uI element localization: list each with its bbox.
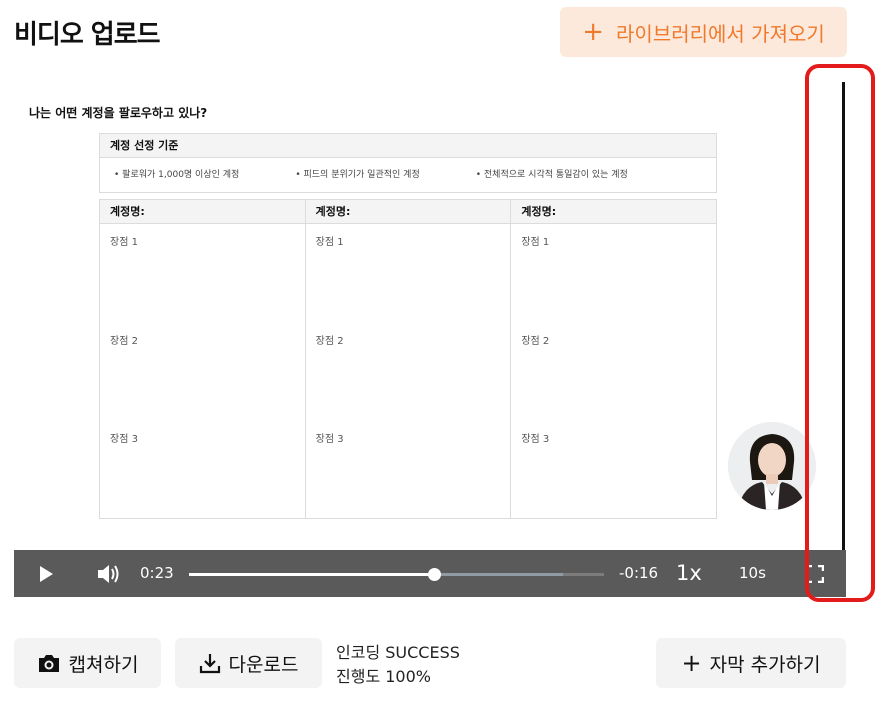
- download-label: 다운로드: [228, 653, 299, 676]
- playback-speed-button[interactable]: 1x: [676, 561, 702, 585]
- criteria-item: • 피드의 분위기가 일관적인 계정: [295, 170, 420, 180]
- account-column: 계정명: 장점 1 장점 2 장점 3: [100, 200, 306, 518]
- player-controls: 0:23 -0:16 1x 10s: [14, 550, 846, 597]
- merit-label: 장점 2: [315, 336, 344, 347]
- merit-label: 장점 3: [521, 434, 550, 445]
- column-header: 계정명:: [100, 200, 305, 224]
- download-button[interactable]: 다운로드: [175, 638, 322, 688]
- camera-icon: [38, 655, 59, 672]
- account-column: 계정명: 장점 1 장점 2 장점 3: [511, 200, 717, 518]
- volume-icon[interactable]: [94, 560, 122, 588]
- merit-label: 장점 3: [315, 434, 344, 445]
- download-icon: [199, 654, 220, 674]
- import-label: 라이브러리에서 가져오기: [616, 21, 825, 46]
- remaining-time: -0:16: [619, 564, 659, 582]
- import-from-library-button[interactable]: + 라이브러리에서 가져오기: [560, 7, 847, 57]
- criteria-title: 계정 선정 기준: [100, 134, 716, 158]
- capture-label: 캡쳐하기: [68, 653, 139, 676]
- criteria-item: • 전체적으로 시각적 통일감이 있는 계정: [475, 170, 628, 180]
- criteria-box: 계정 선정 기준 • 팔로워가 1,000명 이상인 계정 • 피드의 분위기가…: [99, 133, 717, 193]
- play-icon[interactable]: [32, 560, 60, 588]
- merit-label: 장점 1: [521, 237, 550, 248]
- seek-bar[interactable]: [189, 568, 604, 581]
- skip-button[interactable]: 10s: [739, 564, 766, 582]
- slide-question: 나는 어떤 계정을 팔로우하고 있나?: [29, 106, 208, 120]
- add-subtitle-button[interactable]: + 자막 추가하기: [656, 638, 846, 688]
- video-frame[interactable]: 나는 어떤 계정을 팔로우하고 있나? 계정 선정 기준 • 팔로워가 1,00…: [14, 70, 846, 550]
- merit-label: 장점 2: [110, 336, 138, 347]
- add-subtitle-label: 자막 추가하기: [709, 653, 821, 676]
- encoding-status: 인코딩 SUCCESS 진행도 100%: [336, 641, 460, 689]
- highlight-box: [805, 64, 875, 602]
- presenter-avatar: [728, 422, 816, 510]
- merit-label: 장점 2: [521, 336, 550, 347]
- page-title: 비디오 업로드: [14, 20, 161, 50]
- merit-label: 장점 1: [315, 237, 344, 248]
- encoding-status-text: 인코딩 SUCCESS: [336, 643, 460, 662]
- capture-button[interactable]: 캡쳐하기: [14, 638, 161, 688]
- column-header: 계정명:: [511, 200, 717, 224]
- current-time: 0:23: [140, 564, 174, 582]
- played-fill: [189, 573, 434, 576]
- account-grid: 계정명: 장점 1 장점 2 장점 3 계정명: 장점 1 장점 2 장점 3 …: [99, 199, 717, 519]
- progress-status-text: 진행도 100%: [336, 667, 431, 686]
- plus-icon: +: [582, 17, 605, 47]
- column-header: 계정명:: [305, 200, 511, 224]
- criteria-item: • 팔로워가 1,000명 이상인 계정: [114, 170, 240, 180]
- merit-label: 장점 3: [110, 434, 138, 445]
- merit-label: 장점 1: [110, 237, 138, 248]
- account-column: 계정명: 장점 1 장점 2 장점 3: [305, 200, 512, 518]
- seek-handle[interactable]: [427, 568, 441, 581]
- plus-icon: +: [681, 649, 702, 677]
